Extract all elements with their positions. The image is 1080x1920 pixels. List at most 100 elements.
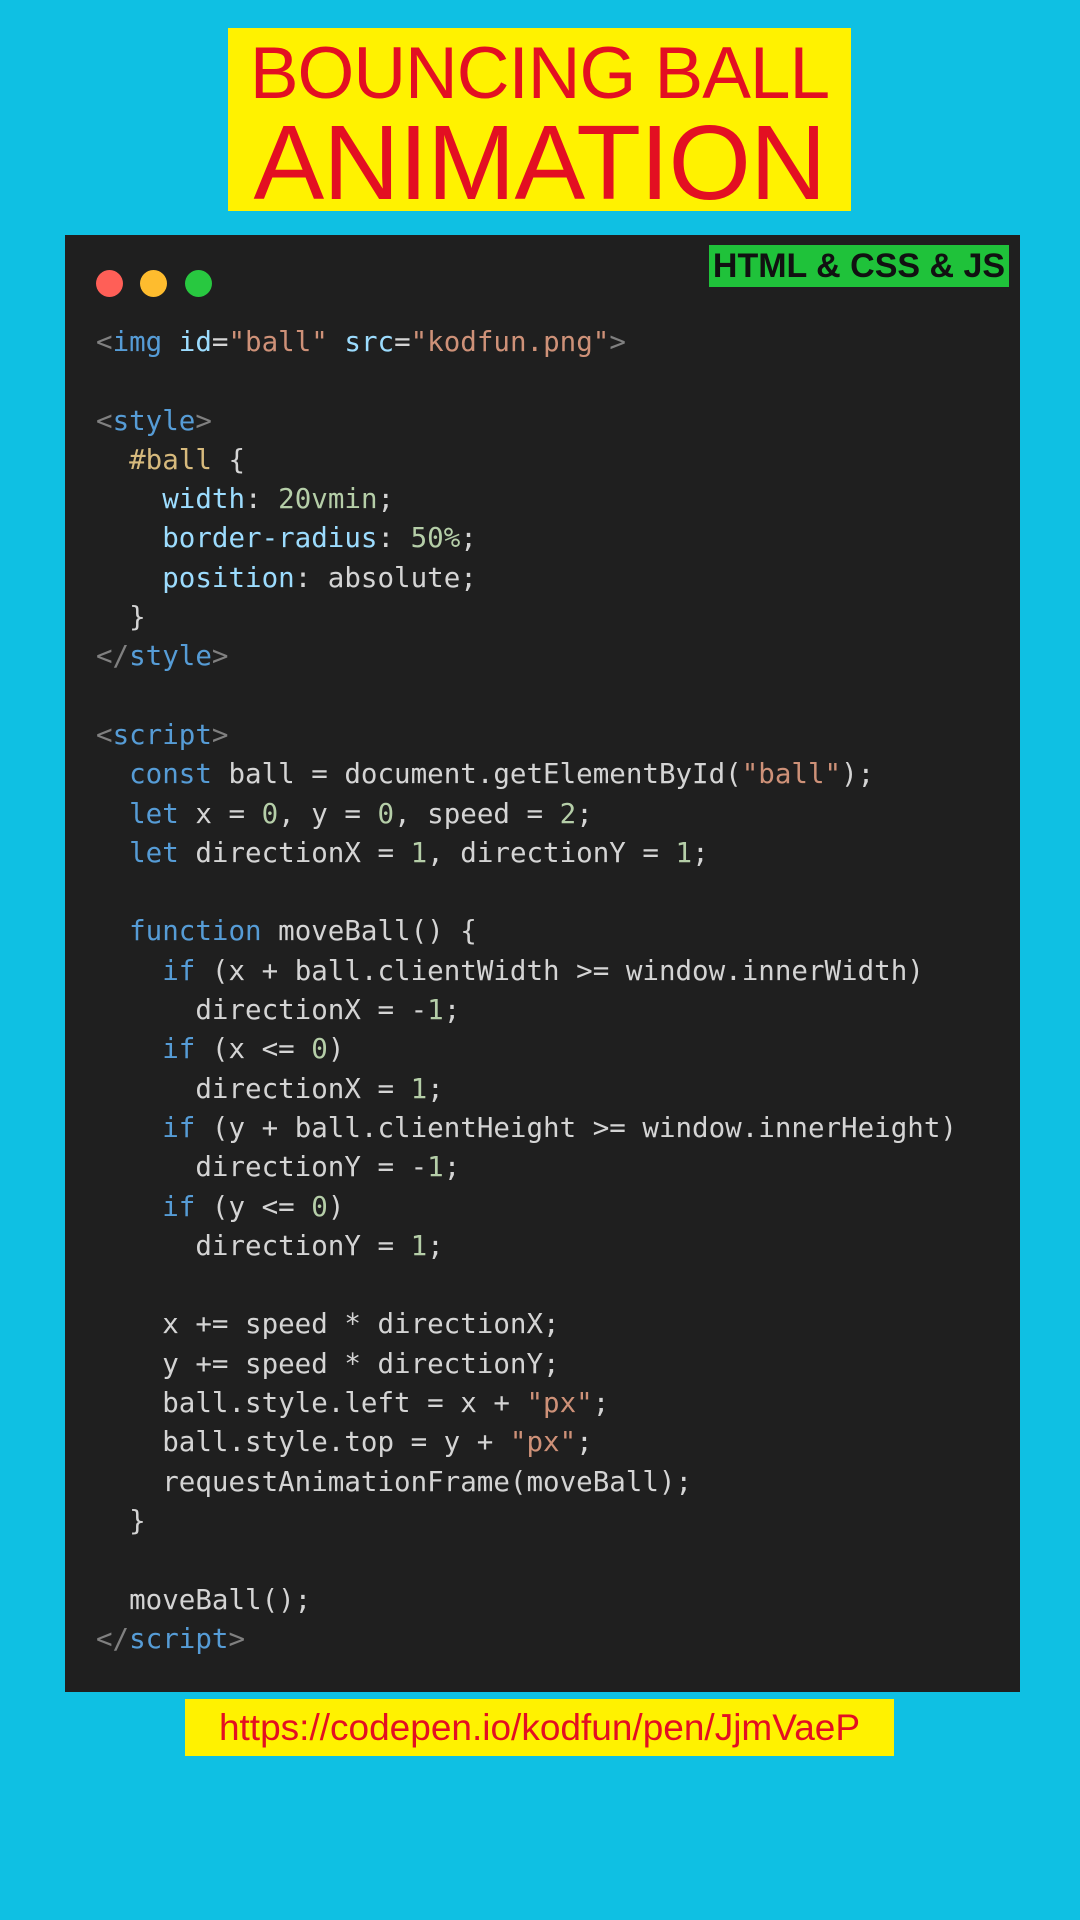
code-line: <img id="ball" src="kodfun.png"> <box>96 323 957 362</box>
code-token: > <box>228 1622 246 1655</box>
code-token: function <box>129 915 262 948</box>
code-line: const ball = document.getElementById("ba… <box>96 755 957 794</box>
code-token: { <box>211 443 246 476</box>
code-token: ; <box>576 797 593 830</box>
code-token: ball = document.getElementById( <box>211 758 742 791</box>
code-token: let <box>129 836 179 869</box>
code-token: src <box>344 326 395 358</box>
code-line: if (x <= 0) <box>96 1030 957 1069</box>
code-line: if (y + ball.clientHeight >= window.inne… <box>96 1109 957 1148</box>
code-token: moveBall() { <box>261 915 477 948</box>
code-token: directionX = - <box>96 994 428 1027</box>
code-token: y += speed * directionY; <box>96 1347 560 1380</box>
code-token: ball.style.top = y + <box>96 1426 510 1459</box>
code-token: , directionY = <box>427 836 676 869</box>
code-line: directionY = -1; <box>96 1148 957 1187</box>
code-line: width: 20vmin; <box>96 480 957 519</box>
code-token: } <box>96 1504 146 1537</box>
code-token: < <box>96 326 113 358</box>
code-line: </style> <box>96 637 957 676</box>
code-token: width <box>162 483 246 516</box>
code-token: , y = <box>278 797 378 830</box>
title-banner: BOUNCING BALL ANIMATION <box>228 28 851 216</box>
code-token: </ <box>96 1622 130 1655</box>
code-token: > <box>211 640 229 673</box>
code-token: 0 <box>311 1033 328 1066</box>
code-token: = <box>394 326 411 358</box>
code-token: script <box>112 718 212 751</box>
code-token: = <box>211 326 229 358</box>
code-line: directionX = -1; <box>96 991 957 1030</box>
code-token: const <box>129 758 212 791</box>
code-line: requestAnimationFrame(moveBall); <box>96 1463 957 1502</box>
code-line: } <box>96 598 957 637</box>
code-token: "px" <box>509 1426 577 1459</box>
source-url-link[interactable]: https://codepen.io/kodfun/pen/JjmVaeP <box>185 1699 894 1756</box>
code-line: let x = 0, y = 0, speed = 2; <box>96 795 957 834</box>
code-token: ) <box>327 1190 345 1223</box>
code-token: if <box>162 1111 196 1144</box>
code-token: > <box>195 404 212 437</box>
code-token: "ball" <box>741 758 842 791</box>
code-token: requestAnimationFrame(moveBall); <box>96 1465 693 1498</box>
code-token: , speed = <box>394 797 560 830</box>
code-line: ball.style.top = y + "px"; <box>96 1423 957 1462</box>
code-token: img <box>112 326 163 358</box>
code-token: if <box>162 954 196 987</box>
code-token: border-radius <box>162 522 378 555</box>
code-token: "ball" <box>228 326 328 358</box>
code-line: } <box>96 1502 957 1541</box>
code-token: : <box>377 522 411 555</box>
code-token: (y <= <box>195 1190 312 1223</box>
code-token: directionY = - <box>96 1151 428 1184</box>
code-token: "px" <box>526 1387 593 1420</box>
code-line: x += speed * directionX; <box>96 1305 957 1344</box>
code-line: #ball { <box>96 441 957 480</box>
code-token: : <box>245 483 279 516</box>
code-token: > <box>609 326 626 358</box>
code-token: 0 <box>377 797 395 830</box>
code-token: style <box>112 404 196 437</box>
code-token: let <box>129 797 179 830</box>
code-token: ); <box>841 758 875 791</box>
code-token: directionX = <box>96 1072 411 1105</box>
code-token: ; <box>576 1426 593 1459</box>
code-token: ; <box>460 522 477 555</box>
code-line: directionY = 1; <box>96 1227 957 1266</box>
code-token: 1 <box>410 836 428 869</box>
code-line: moveBall(); <box>96 1581 957 1620</box>
code-token: 20vmin <box>278 483 378 516</box>
code-line: <style> <box>96 402 957 441</box>
code-token: </ <box>96 640 130 673</box>
code-token: ball.style.left = x + <box>96 1387 527 1420</box>
code-token: 0 <box>261 797 279 830</box>
code-token: directionX = <box>178 836 411 869</box>
code-line: if (x + ball.clientWidth >= window.inner… <box>96 952 957 991</box>
code-token: 1 <box>410 1229 428 1262</box>
code-token: 1 <box>427 994 444 1027</box>
code-token: : absolute; <box>294 561 477 594</box>
code-token: 50% <box>410 522 461 555</box>
code-token: 1 <box>675 836 693 869</box>
code-token: x = <box>178 797 262 830</box>
code-line: border-radius: 50%; <box>96 519 957 558</box>
code-token: ; <box>427 1229 444 1262</box>
title-line-2: ANIMATION <box>253 104 826 222</box>
code-token: script <box>129 1622 229 1655</box>
